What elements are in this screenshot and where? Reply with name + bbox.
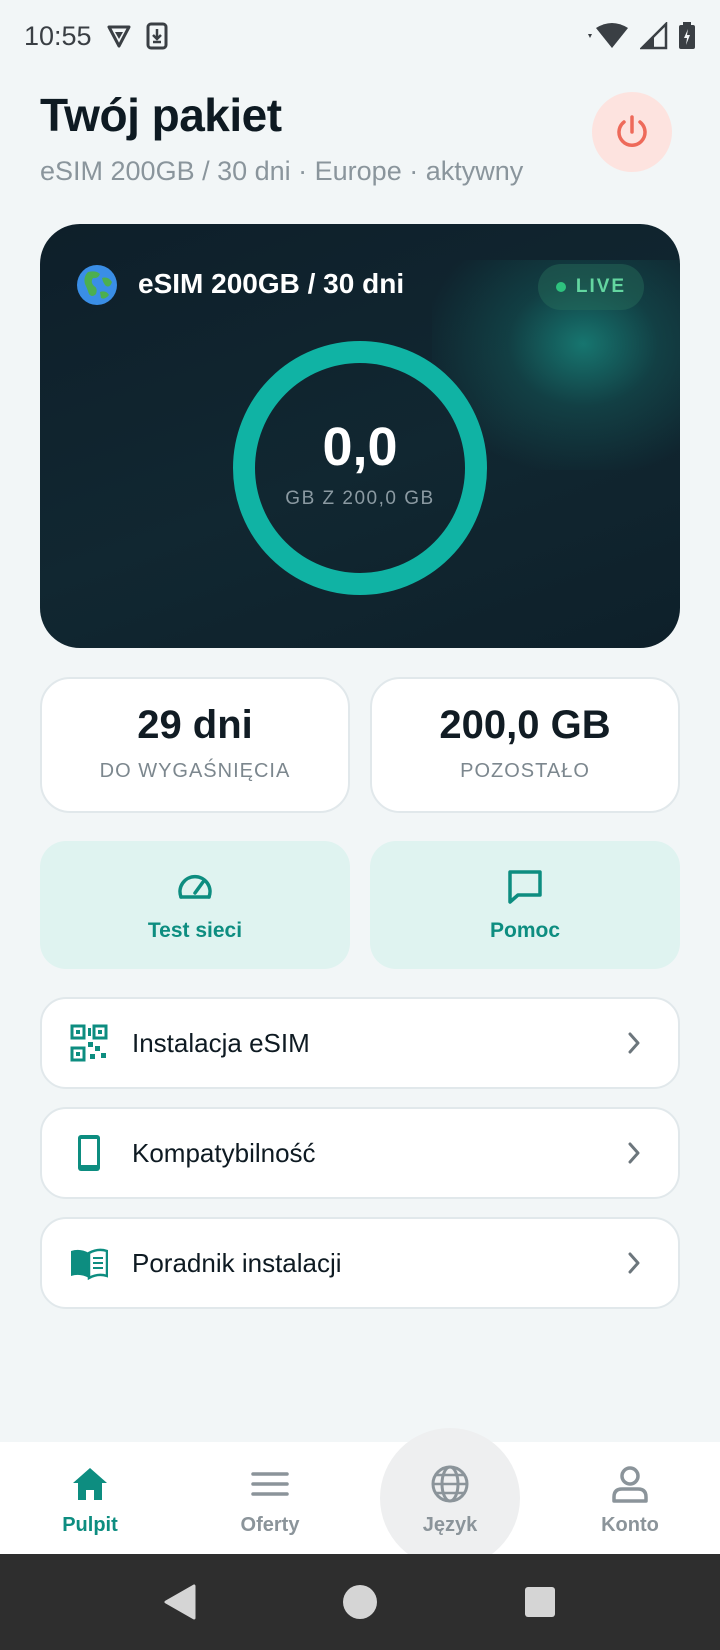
live-dot-icon [555,282,566,292]
download-icon [146,22,168,50]
system-nav-bar [0,1554,720,1650]
chevron-right-icon [628,1032,640,1054]
nav-label: Oferty [240,1514,300,1536]
stat-label: POZOSTAŁO [460,760,590,782]
vpn-shield-icon [107,25,131,48]
menu-item-esim-install[interactable]: Instalacja eSIM [40,997,680,1089]
page-subtitle: eSIM 200GB / 30 dni · Europe · aktywny [40,156,524,186]
menu-item-label: Poradnik instalacji [132,1247,342,1278]
smartphone-icon [78,1135,100,1171]
stat-value: 200,0 GB [439,703,611,747]
nav-item-language[interactable]: Język [360,1442,540,1554]
menu-item-install-guide[interactable]: Poradnik instalacji [40,1217,680,1309]
nav-item-account[interactable]: Konto [540,1442,720,1554]
chevron-right-icon [628,1252,640,1274]
nav-label: Pulpit [62,1514,118,1536]
home-icon [73,1468,107,1500]
stat-label: DO WYGAŚNIĘCIA [99,760,291,782]
nav-label: Konto [601,1514,659,1536]
status-bar: 10:55 [0,0,720,72]
recents-icon[interactable] [522,1582,558,1622]
usage-caption: GB Z 200,0 GB [285,488,435,509]
power-icon [617,115,647,147]
battery-icon [679,22,695,49]
action-label: Test sieci [147,919,243,942]
menu-item-compatibility[interactable]: Kompatybilność [40,1107,680,1199]
chat-bubble-icon [508,870,542,904]
bottom-nav: Pulpit Oferty Język Konto [0,1428,720,1568]
back-icon[interactable] [160,1582,200,1622]
usage-value: 0,0 [322,417,398,477]
network-test-button[interactable]: Test sieci [40,841,350,969]
usage-card: eSIM 200GB / 30 dni LIVE 0,0 GB Z 200,0 … [40,224,680,648]
globe-icon [431,1465,469,1503]
action-label: Pomoc [489,919,560,942]
stat-card-expiry: 29 dni DO WYGAŚNIĘCIA [40,677,350,813]
menu-item-label: Instalacja eSIM [132,1027,310,1058]
speedometer-icon [178,874,212,899]
book-icon [71,1248,108,1281]
live-badge: LIVE [538,264,644,310]
stat-value: 29 dni [137,703,253,747]
user-icon [612,1466,648,1503]
live-badge-label: LIVE [575,276,627,297]
wifi-icon [588,23,628,48]
signal-icon [640,22,668,50]
nav-item-offers[interactable]: Oferty [180,1442,360,1554]
stat-card-remaining: 200,0 GB POZOSTAŁO [370,677,680,813]
qr-code-icon [70,1024,108,1062]
chevron-right-icon [628,1142,640,1164]
menu-lines-icon [251,1472,289,1496]
help-button[interactable]: Pomoc [370,841,680,969]
card-plan-name: eSIM 200GB / 30 dni [138,268,405,299]
home-circle-icon[interactable] [340,1582,380,1622]
globe-europe-emoji-icon [77,265,117,305]
nav-label: Język [422,1514,478,1536]
nav-item-dashboard[interactable]: Pulpit [0,1442,180,1554]
status-time: 10:55 [24,20,92,51]
menu-item-label: Kompatybilność [132,1137,316,1168]
page-title: Twój pakiet [40,89,282,141]
power-button[interactable] [592,92,672,172]
